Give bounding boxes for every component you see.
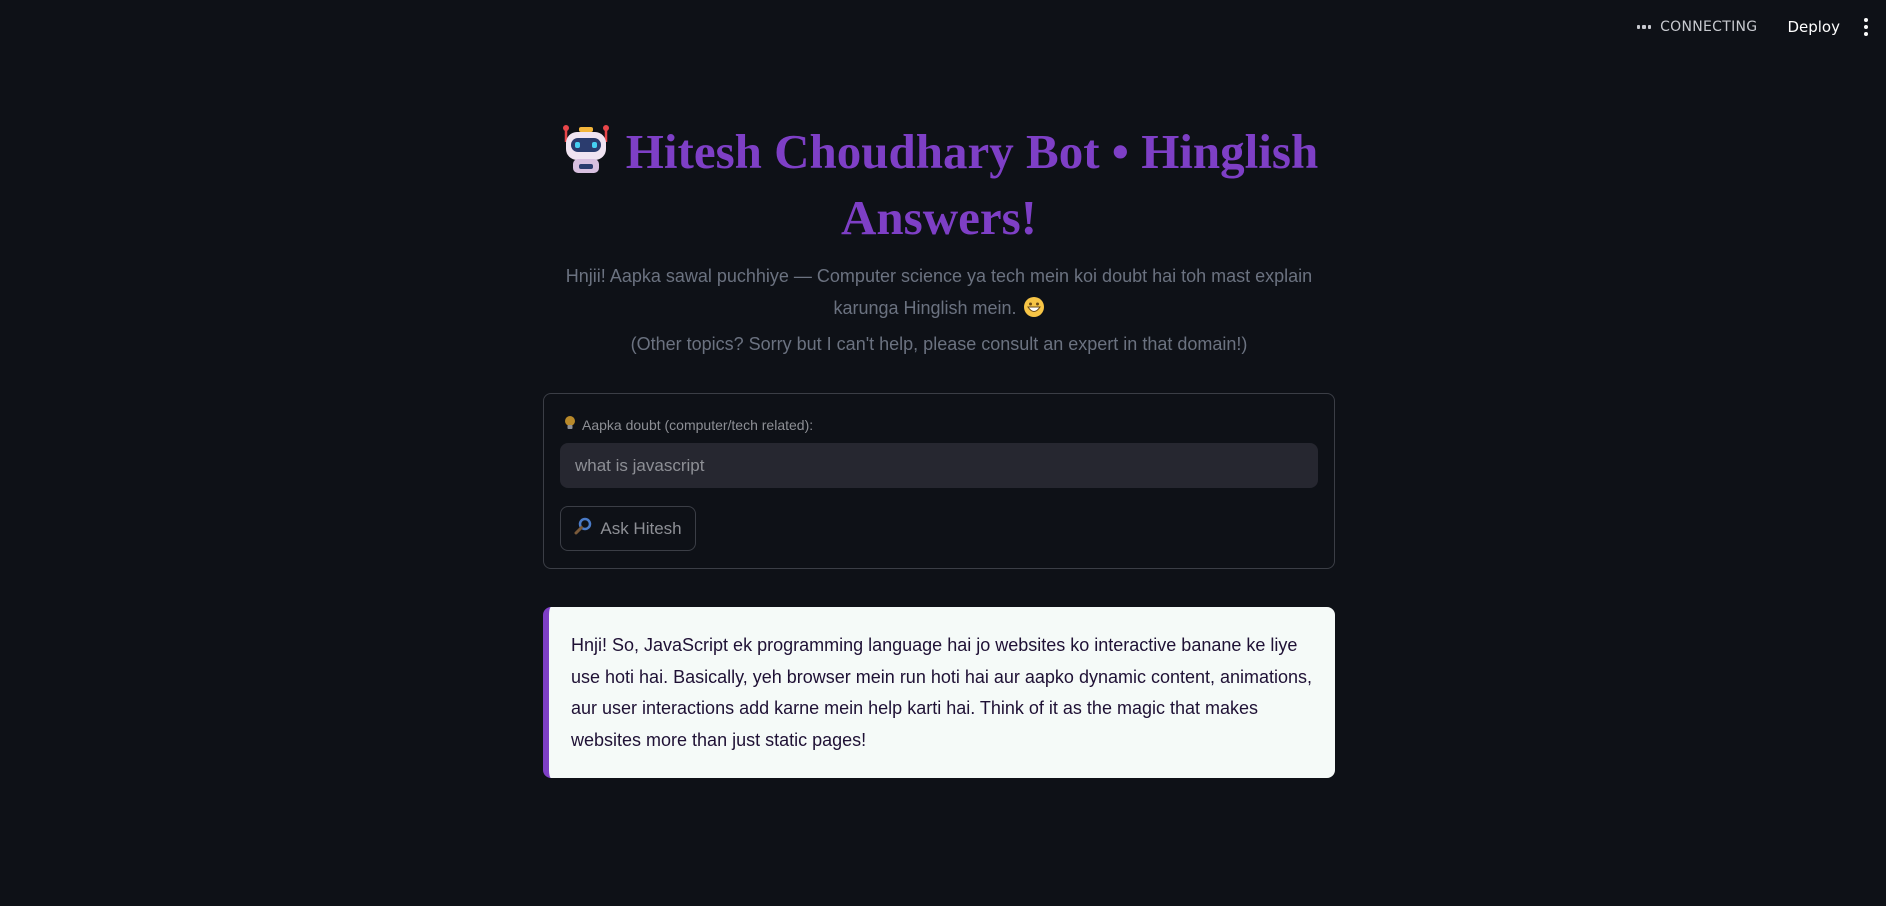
connection-status: CONNECTING [1636, 19, 1758, 35]
subtitle-line-1: Hnjii! Aapka sawal puchhiye — Computer s… [565, 266, 1313, 318]
answer-box: Hnji! So, JavaScript ek programming lang… [543, 607, 1335, 778]
magnifier-icon [574, 517, 592, 540]
ask-hitesh-label: Ask Hitesh [600, 518, 682, 538]
ask-hitesh-button[interactable]: Ask Hitesh [560, 506, 696, 551]
question-form: Aapka doubt (computer/tech related): Ask… [543, 393, 1335, 569]
status-text: CONNECTING [1660, 19, 1758, 35]
answer-text: Hnji! So, JavaScript ek programming lang… [571, 635, 1313, 750]
more-dots-icon [1636, 25, 1652, 29]
question-label: Aapka doubt (computer/tech related): [564, 415, 813, 434]
grinning-face-icon [1023, 296, 1045, 328]
page-title: Hitesh Choudhary Bot • Hinglish Answers! [543, 122, 1335, 248]
deploy-button[interactable]: Deploy [1787, 18, 1840, 36]
subtitle-line-2: (Other topics? Sorry but I can't help, p… [630, 334, 1248, 354]
lightbulb-icon [564, 415, 576, 434]
top-toolbar: CONNECTING Deploy [0, 0, 1886, 54]
question-label-text: Aapka doubt (computer/tech related): [582, 416, 814, 433]
question-input[interactable] [560, 443, 1318, 488]
page-subtitle: Hnjii! Aapka sawal puchhiye — Computer s… [543, 260, 1335, 360]
vertical-dots-menu-icon[interactable] [1858, 14, 1874, 40]
page-title-text: Hitesh Choudhary Bot • Hinglish Answers! [625, 124, 1319, 245]
robot-icon [560, 124, 612, 188]
